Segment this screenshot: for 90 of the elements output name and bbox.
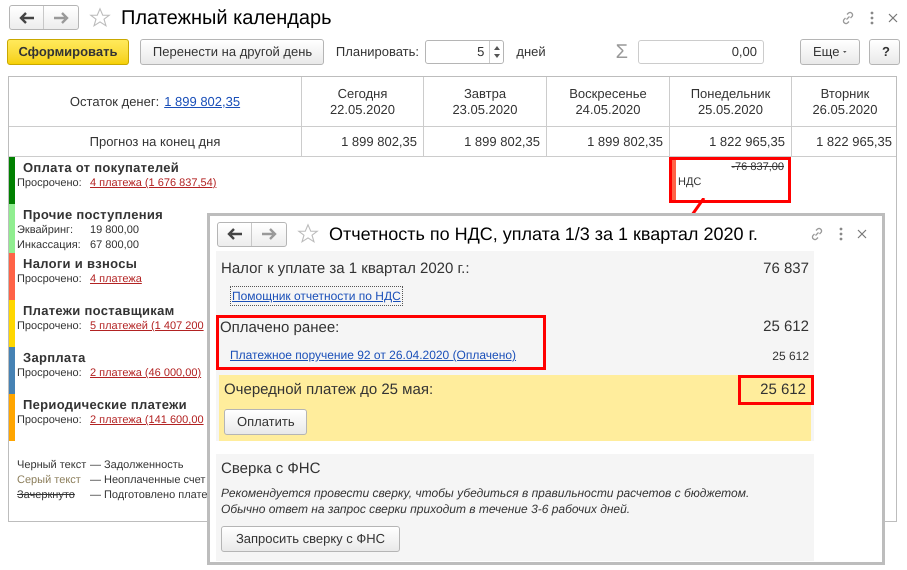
category-title: Прочие поступления	[22, 206, 164, 223]
legend-meaning: Подготовлено плате	[104, 488, 208, 503]
line-label: Просрочено:	[17, 272, 83, 287]
legend-meaning: Задолженность	[104, 458, 184, 473]
legend-sample: Зачеркнуто	[17, 488, 76, 503]
link-icon[interactable]	[840, 10, 856, 26]
line-label: Просрочено:	[17, 319, 83, 334]
generate-button[interactable]: Сформировать	[7, 39, 129, 65]
close-icon[interactable]	[888, 12, 898, 22]
date-header: 25.05.2020	[698, 102, 764, 118]
overdue-link[interactable]: 5 платежей (1 407 200	[90, 319, 204, 334]
date-header: 22.05.2020	[330, 102, 396, 118]
entry-label: НДС	[678, 175, 702, 190]
category-title: Зарплата	[22, 349, 87, 366]
next-payment-label: Очередной платеж до 25 мая:	[223, 380, 434, 400]
line-label: Эквайринг:	[17, 223, 74, 238]
forecast-value: 1 899 802,35	[587, 132, 663, 151]
category-title: Оплата от покупателей	[22, 159, 180, 176]
date-header: 24.05.2020	[575, 102, 641, 118]
plan-label: Планировать:	[336, 43, 420, 62]
weekday-header: Завтра	[464, 86, 506, 102]
entry-amount: -76 837,00	[730, 160, 784, 175]
more-button[interactable]: Еще	[800, 39, 860, 65]
line-label: Просрочено:	[17, 366, 83, 381]
forecast-value: 1 822 965,35	[709, 132, 785, 151]
payment-value: 25 612	[772, 348, 809, 365]
forward-arrow-icon	[261, 228, 277, 240]
plan-unit: дней	[516, 43, 546, 62]
category-title: Платежи поставщикам	[22, 302, 176, 319]
popup-title: Отчетность по НДС, уплата 1/3 за 1 квартал 2020 г.	[329, 222, 759, 246]
overdue-link[interactable]: 4 платежа (1 676 837,54)	[90, 176, 216, 191]
legend-meaning: Неоплаченные счет	[104, 473, 206, 488]
weekday-header: Сегодня	[338, 86, 388, 102]
forecast-label: Прогноз на конец дня	[90, 132, 220, 151]
pay-button[interactable]: Оплатить	[224, 409, 307, 435]
callout-line	[690, 198, 706, 215]
balance-link[interactable]: 1 899 802,35	[164, 92, 240, 112]
sum-field: 0,00	[638, 40, 764, 64]
move-button[interactable]: Перенести на другой день	[140, 39, 324, 65]
link-icon[interactable]	[809, 226, 825, 242]
window-title: Платежный календарь	[121, 6, 333, 30]
spin-up-icon[interactable]	[494, 46, 500, 50]
weekday-header: Вторник	[820, 86, 870, 102]
close-icon[interactable]	[857, 229, 867, 239]
balance-label: Остаток денег:	[70, 92, 160, 111]
amount-text: 19 800,00	[90, 223, 139, 238]
reconcile-note: Рекомендуется провести сверку, чтобы убедиться в правильности расчетов с бюджетом. Обычно ответ на запрос сверки приходит в течение 3-6 рабочих дней.	[221, 485, 750, 517]
overdue-link[interactable]: 2 платежа (46 000,00)	[90, 366, 202, 381]
category-title: Налоги и взносы	[22, 255, 138, 272]
weekday-header: Понедельник	[690, 86, 770, 102]
date-header: 23.05.2020	[452, 102, 518, 118]
next-payment-value: 25 612	[760, 380, 806, 400]
forecast-value: 1 822 965,35	[816, 132, 892, 151]
back-arrow-icon	[18, 12, 34, 24]
line-label: Просрочено:	[17, 176, 83, 191]
amount-text: 67 800,00	[90, 238, 139, 253]
overdue-link[interactable]: 2 платежа (141 600,00	[90, 413, 204, 428]
back-arrow-icon	[226, 228, 242, 240]
legend-sample: Черный текст	[17, 458, 88, 473]
star-icon[interactable]	[89, 6, 111, 28]
line-label: Просрочено:	[17, 413, 83, 428]
payment-order-link[interactable]: Платежное поручение 92 от 26.04.2020 (Оплачено)	[230, 346, 543, 364]
paid-label: Оплачено ранее:	[219, 318, 340, 338]
reconcile-title: Сверка с ФНС	[221, 459, 322, 479]
overdue-link[interactable]: 4 платежа	[90, 272, 142, 287]
tax-label: Налог к уплате за 1 квартал 2020 г.:	[221, 259, 470, 279]
help-button[interactable]: ?	[869, 39, 900, 65]
category-title: Периодические платежи	[22, 396, 188, 413]
plan-spin-field[interactable]: 5	[425, 40, 504, 64]
forward-arrow-icon	[53, 12, 69, 24]
legend-sample: Серый текст	[17, 473, 82, 488]
legend-dash: —	[90, 458, 102, 473]
forecast-value: 1 899 802,35	[464, 132, 540, 151]
assistant-link[interactable]: Помощник отчетности по НДС	[230, 286, 403, 306]
tax-value: 76 837	[763, 259, 809, 279]
more-icon[interactable]	[870, 10, 874, 24]
paid-value: 25 612	[763, 317, 809, 337]
date-header: 26.05.2020	[812, 102, 878, 118]
more-icon[interactable]	[839, 227, 843, 241]
sum-symbol: Σ	[616, 40, 628, 65]
legend-dash: —	[90, 488, 102, 503]
line-label: Инкассация:	[17, 238, 82, 253]
request-reconcile-button[interactable]: Запросить сверку с ФНС	[221, 526, 400, 552]
spin-down-icon[interactable]	[494, 54, 500, 58]
star-icon[interactable]	[297, 223, 319, 245]
forecast-value: 1 899 802,35	[341, 132, 417, 151]
caret-icon	[843, 50, 847, 54]
highlighted-entry-cell[interactable]: -76 837,00 НДС	[669, 157, 791, 203]
weekday-header: Воскресенье	[569, 86, 647, 102]
legend-dash: —	[90, 473, 102, 488]
